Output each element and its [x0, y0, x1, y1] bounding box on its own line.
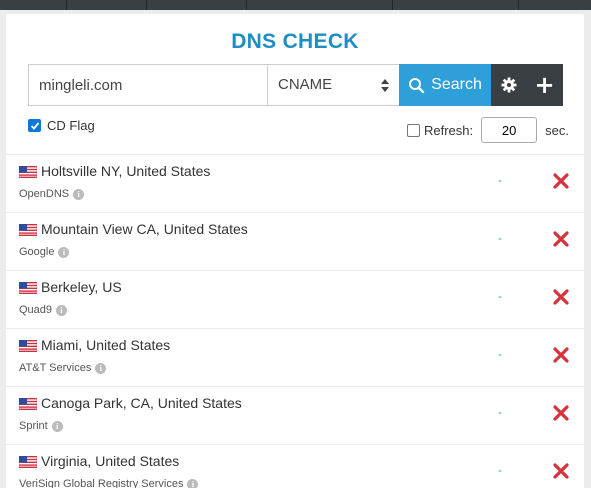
- result-location: Virginia, United States: [41, 453, 180, 469]
- provider-name: Sprint: [19, 420, 48, 432]
- result-row: Virginia, United States VeriSign Global …: [6, 445, 584, 488]
- result-provider: OpenDNS i: [19, 188, 85, 200]
- gear-icon: [501, 77, 517, 93]
- results-list: Holtsville NY, United States OpenDNS i - …: [6, 155, 584, 488]
- remove-icon[interactable]: [552, 346, 570, 364]
- result-value: -: [498, 405, 502, 419]
- nav-divider: [392, 0, 393, 10]
- provider-name: VeriSign Global Registry Services: [19, 478, 184, 488]
- info-icon[interactable]: i: [95, 362, 107, 374]
- result-location: Miami, United States: [41, 337, 171, 353]
- result-provider: Quad9 i: [19, 304, 68, 316]
- search-button[interactable]: Search: [399, 64, 491, 106]
- search-button-label: Search: [431, 76, 482, 93]
- result-row: Mountain View CA, United States Google i …: [6, 213, 584, 270]
- provider-name: Google: [19, 246, 55, 258]
- nav-divider: [518, 0, 519, 10]
- refresh-checkbox[interactable]: [407, 123, 420, 137]
- remove-icon[interactable]: [552, 462, 570, 480]
- cd-flag-checkbox[interactable]: [28, 119, 41, 132]
- refresh-interval-input[interactable]: [481, 117, 538, 143]
- top-nav-bar: [0, 0, 591, 10]
- us-flag-icon: [19, 340, 37, 352]
- result-location: Canoga Park, CA, United States: [41, 395, 242, 411]
- result-location: Holtsville NY, United States: [41, 163, 211, 179]
- result-location: Mountain View CA, United States: [41, 221, 248, 237]
- domain-input[interactable]: [28, 64, 268, 106]
- add-button[interactable]: +: [526, 64, 563, 106]
- checkmark-icon: [30, 121, 39, 130]
- result-value: -: [498, 347, 502, 361]
- info-icon[interactable]: i: [58, 246, 70, 258]
- us-flag-icon: [19, 224, 37, 236]
- record-type-select[interactable]: CNAME: [267, 64, 400, 106]
- result-value: -: [498, 289, 502, 303]
- result-value: -: [498, 173, 502, 187]
- info-icon[interactable]: i: [51, 420, 63, 432]
- page-title: DNS CHECK: [231, 30, 359, 53]
- result-row: Holtsville NY, United States OpenDNS i -: [6, 155, 584, 212]
- search-card: DNS CHECK CNAME Search: [6, 14, 584, 154]
- info-icon[interactable]: i: [56, 304, 68, 316]
- remove-icon[interactable]: [552, 230, 570, 248]
- result-row: Berkeley, US Quad9 i -: [6, 271, 584, 328]
- record-type-value: CNAME: [278, 76, 333, 93]
- nav-divider: [146, 0, 147, 10]
- nav-divider: [246, 0, 247, 10]
- us-flag-icon: [19, 398, 37, 410]
- us-flag-icon: [19, 282, 37, 294]
- select-arrows-icon: [381, 79, 389, 93]
- result-provider: AT&T Services i: [19, 362, 107, 374]
- refresh-label: Refresh:: [424, 122, 474, 138]
- settings-button[interactable]: [491, 64, 527, 106]
- provider-name: OpenDNS: [19, 188, 70, 200]
- us-flag-icon: [19, 166, 37, 178]
- remove-icon[interactable]: [552, 288, 570, 306]
- refresh-unit-label: sec.: [545, 122, 569, 138]
- provider-name: AT&T Services: [19, 362, 92, 374]
- us-flag-icon: [19, 456, 37, 468]
- remove-icon[interactable]: [552, 404, 570, 422]
- info-icon[interactable]: i: [187, 478, 199, 488]
- result-value: -: [498, 463, 502, 477]
- search-icon: [409, 77, 425, 93]
- result-location: Berkeley, US: [41, 279, 122, 295]
- cd-flag-label: CD Flag: [47, 118, 95, 133]
- result-row: Miami, United States AT&T Services i -: [6, 329, 584, 386]
- plus-icon: +: [534, 71, 555, 99]
- result-value: -: [498, 231, 502, 245]
- result-row: Canoga Park, CA, United States Sprint i -: [6, 387, 584, 444]
- refresh-option: Refresh: sec.: [407, 117, 569, 143]
- result-provider: Google i: [19, 246, 70, 258]
- provider-name: Quad9: [19, 304, 53, 316]
- result-provider: VeriSign Global Registry Services i: [19, 478, 199, 488]
- info-icon[interactable]: i: [73, 188, 85, 200]
- nav-divider: [66, 0, 67, 10]
- cd-flag-option[interactable]: CD Flag: [28, 118, 95, 133]
- result-provider: Sprint i: [19, 420, 63, 432]
- remove-icon[interactable]: [552, 172, 570, 190]
